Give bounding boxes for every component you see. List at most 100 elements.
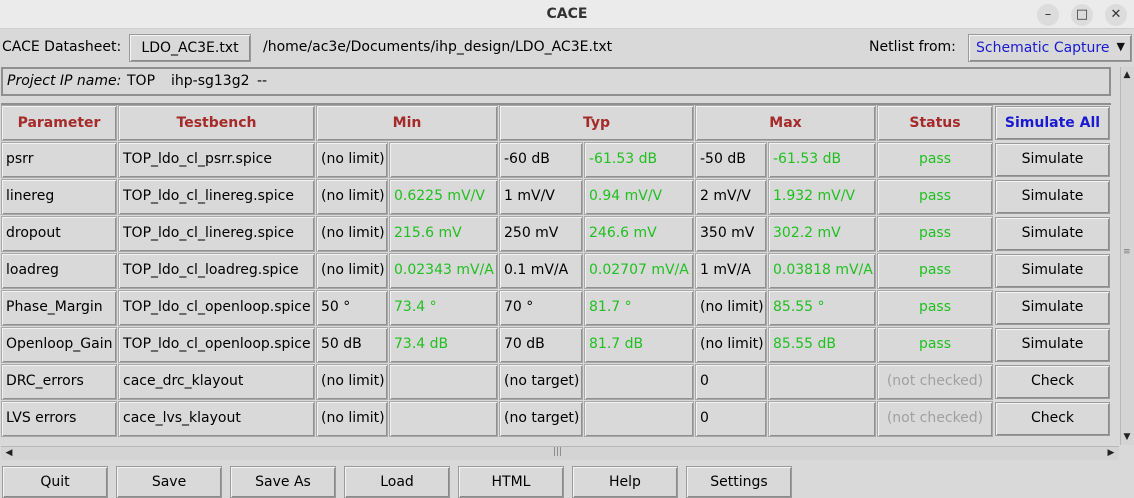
simulate-button[interactable]: Simulate [995,291,1110,325]
help-button[interactable]: Help [572,466,678,498]
simulate-button[interactable]: Simulate [995,254,1110,288]
cell-max-value: 85.55 ° [768,290,876,326]
cell-min-spec: (no limit) [316,142,388,178]
cell-max-value: 302.2 mV [768,216,876,252]
cell-typ-spec: (no target) [499,401,583,437]
minimize-icon[interactable]: – [1037,4,1059,26]
cell-parameter: dropout [1,216,117,252]
netlist-source-value: Schematic Capture [976,40,1110,56]
cell-status: pass [877,327,993,363]
datasheet-file-button[interactable]: LDO_AC3E.txt [129,34,251,62]
scroll-grip-icon[interactable]: ≡ [1123,247,1131,257]
cell-min-value [389,364,498,400]
cell-typ-spec: 1 mV/V [499,179,583,215]
html-button[interactable]: HTML [458,466,564,498]
cell-typ-spec: 70 dB [499,327,583,363]
cell-min-spec: (no limit) [316,364,388,400]
cell-min-spec: (no limit) [316,216,388,252]
cell-min-value [389,142,498,178]
cell-max-spec: (no limit) [695,327,767,363]
cell-typ-value: 81.7 ° [584,290,694,326]
cell-testbench: cace_lvs_klayout [118,401,315,437]
cell-parameter: Openloop_Gain [1,327,117,363]
cell-min-spec: (no limit) [316,253,388,289]
check-button[interactable]: Check [995,402,1110,436]
cell-max-spec: 1 mV/A [695,253,767,289]
cell-max-value: 85.55 dB [768,327,876,363]
cell-max-spec: 0 [695,401,767,437]
cell-typ-value [584,364,694,400]
results-table: Parameter Testbench Min Typ Max Status S… [1,103,1111,437]
cell-min-value: 73.4 dB [389,327,498,363]
cell-typ-spec: -60 dB [499,142,583,178]
header-parameter: Parameter [1,105,117,141]
cell-max-value: -61.53 dB [768,142,876,178]
cell-max-spec: -50 dB [695,142,767,178]
header-max: Max [695,105,876,141]
cell-typ-value: 81.7 dB [584,327,694,363]
cell-testbench: TOP_ldo_cl_psrr.spice [118,142,315,178]
scroll-right-icon[interactable]: ▶ [1105,447,1117,459]
cell-min-spec: (no limit) [316,401,388,437]
datasheet-label: CACE Datasheet: [2,39,122,55]
cell-min-value [389,401,498,437]
cell-min-spec: (no limit) [316,179,388,215]
window-title: CACE [546,6,588,22]
header-status: Status [877,105,993,141]
simulate-button[interactable]: Simulate [995,143,1110,177]
horizontal-scrollbar[interactable]: ◀ ||| ▶ [1,446,1119,460]
header-testbench: Testbench [118,105,315,141]
cell-max-spec: 0 [695,364,767,400]
close-icon[interactable]: ✕ [1105,4,1127,26]
project-info: Project IP name: TOP ihp-sg13g2 -- [1,67,1111,96]
datasheet-path: /home/ac3e/Documents/ihp_design/LDO_AC3E… [263,39,613,55]
cell-typ-value: -61.53 dB [584,142,694,178]
cell-status: pass [877,216,993,252]
cell-testbench: TOP_ldo_cl_openloop.spice [118,290,315,326]
cell-max-spec: (no limit) [695,290,767,326]
quit-button[interactable]: Quit [2,466,108,498]
maximize-icon[interactable]: □ [1071,4,1093,26]
simulate-button[interactable]: Simulate [995,328,1110,362]
cell-max-spec: 2 mV/V [695,179,767,215]
simulate-all-button[interactable]: Simulate All [995,106,1110,140]
cell-status: pass [877,290,993,326]
cell-max-value: 0.03818 mV/A [768,253,876,289]
scroll-up-icon[interactable]: ▲ [1121,69,1133,81]
project-label: Project IP name: [7,73,122,89]
cell-testbench: TOP_ldo_cl_linereg.spice [118,179,315,215]
check-button[interactable]: Check [995,365,1110,399]
cell-max-value [768,401,876,437]
settings-button[interactable]: Settings [686,466,792,498]
cell-status: pass [877,179,993,215]
cell-parameter: loadreg [1,253,117,289]
cell-parameter: linereg [1,179,117,215]
simulate-button[interactable]: Simulate [995,217,1110,251]
save-as-button[interactable]: Save As [230,466,336,498]
title-bar: CACE – □ ✕ [0,0,1134,29]
project-extra: -- [257,73,268,89]
netlist-label: Netlist from: [869,39,956,55]
cell-max-spec: 350 mV [695,216,767,252]
scroll-down-icon[interactable]: ▼ [1121,431,1133,443]
load-button[interactable]: Load [344,466,450,498]
scroll-grip-h-icon[interactable]: ||| [553,447,562,457]
save-button[interactable]: Save [116,466,222,498]
simulate-button[interactable]: Simulate [995,180,1110,214]
netlist-source-select[interactable]: Schematic Capture ▼ [968,34,1132,62]
cell-min-value: 73.4 ° [389,290,498,326]
scroll-left-icon[interactable]: ◀ [3,447,15,459]
cell-typ-value: 246.6 mV [584,216,694,252]
cell-parameter: psrr [1,142,117,178]
cell-status: (not checked) [877,401,993,437]
chevron-down-icon: ▼ [1116,40,1125,53]
cell-parameter: Phase_Margin [1,290,117,326]
header-min: Min [316,105,498,141]
cell-min-value: 0.02343 mV/A [389,253,498,289]
cell-testbench: TOP_ldo_cl_linereg.spice [118,216,315,252]
cell-status: pass [877,253,993,289]
cell-parameter: DRC_errors [1,364,117,400]
cell-testbench: TOP_ldo_cl_openloop.spice [118,327,315,363]
vertical-scrollbar[interactable]: ▲ ≡ ▼ [1120,67,1134,445]
header-typ: Typ [499,105,694,141]
